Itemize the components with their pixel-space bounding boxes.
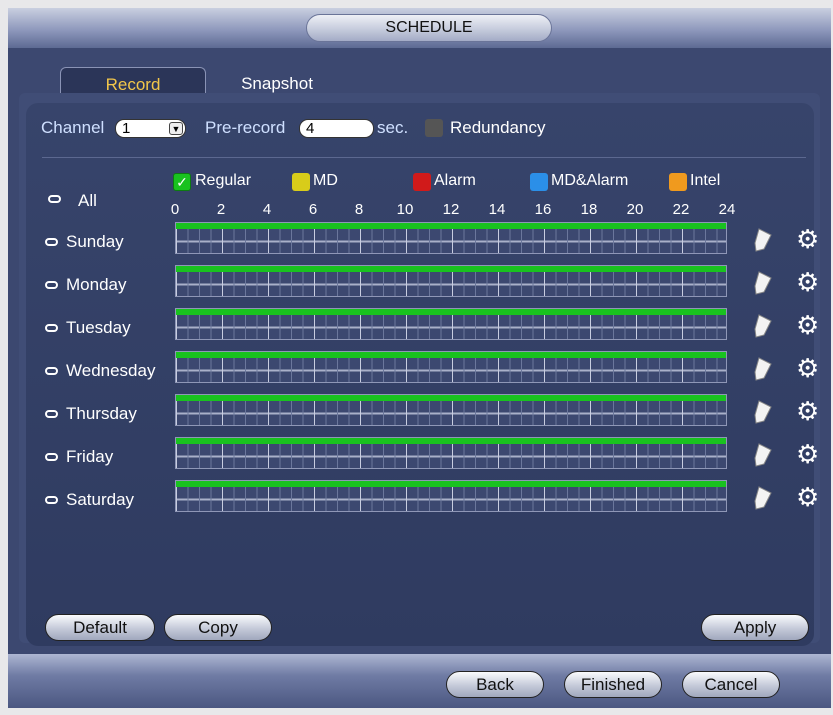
timeline-grid: [176, 444, 726, 468]
saturday-label: Saturday: [66, 490, 135, 509]
thursday-checkbox[interactable]: [45, 410, 58, 418]
monday-label: Monday: [66, 275, 127, 294]
hour-label: 6: [308, 201, 318, 218]
schedule-window: SCHEDULE Record Snapshot Channel 1 ▼ Pre…: [8, 8, 831, 708]
saturday-checkbox[interactable]: [45, 496, 58, 504]
redundancy-checkbox[interactable]: [425, 119, 443, 137]
legend-md-alarm-checkbox[interactable]: [530, 173, 548, 191]
channel-label: Channel: [41, 118, 105, 137]
hour-label: 12: [442, 201, 460, 218]
cancel-button[interactable]: Cancel: [682, 671, 780, 698]
gear-icon[interactable]: ⚙: [796, 355, 819, 381]
wednesday-checkbox[interactable]: [45, 367, 58, 375]
timeline-grid: [176, 401, 726, 425]
hour-label: 20: [626, 201, 644, 218]
default-button[interactable]: Default: [45, 614, 155, 641]
prerecord-unit: sec.: [377, 118, 409, 137]
timeline-grid: [176, 229, 726, 253]
pencil-icon[interactable]: [753, 313, 773, 339]
tuesday-label: Tuesday: [66, 318, 131, 337]
legend-intel-label: Intel: [690, 172, 721, 189]
timeline-grid: [176, 315, 726, 339]
pencil-icon[interactable]: [753, 356, 773, 382]
gear-icon[interactable]: ⚙: [796, 226, 819, 252]
all-days-checkbox[interactable]: [48, 195, 61, 203]
pencil-icon[interactable]: [753, 227, 773, 253]
legend-alarm-label: Alarm: [434, 172, 476, 189]
pencil-icon[interactable]: [753, 442, 773, 468]
hour-label: 14: [488, 201, 506, 218]
prerecord-label: Pre-record: [205, 118, 286, 137]
window-title: SCHEDULE: [306, 14, 552, 42]
hour-label: 16: [534, 201, 552, 218]
gear-icon[interactable]: ⚙: [796, 312, 819, 338]
hour-label: 24: [718, 201, 736, 218]
gear-icon[interactable]: ⚙: [796, 441, 819, 467]
pencil-icon[interactable]: [753, 399, 773, 425]
back-button[interactable]: Back: [446, 671, 544, 698]
gear-icon[interactable]: ⚙: [796, 398, 819, 424]
legend-md-alarm-label: MD&Alarm: [551, 172, 629, 189]
legend-md-label: MD: [313, 172, 338, 189]
wednesday-label: Wednesday: [66, 361, 156, 380]
timeline-grid: [176, 358, 726, 382]
friday-label: Friday: [66, 447, 114, 466]
hour-label: 22: [672, 201, 690, 218]
timeline-grid: [176, 487, 726, 511]
hour-label: 0: [170, 201, 180, 218]
gear-icon[interactable]: ⚙: [796, 269, 819, 295]
prerecord-input[interactable]: 4: [299, 119, 374, 138]
timeline-grid: [176, 272, 726, 296]
pencil-icon[interactable]: [753, 485, 773, 511]
gear-icon[interactable]: ⚙: [796, 484, 819, 510]
pencil-icon[interactable]: [753, 270, 773, 296]
divider: [42, 157, 806, 158]
copy-button[interactable]: Copy: [164, 614, 272, 641]
finished-button[interactable]: Finished: [564, 671, 662, 698]
sunday-label: Sunday: [66, 232, 124, 251]
legend-regular-checkbox[interactable]: ✓: [173, 173, 191, 191]
hour-label: 8: [354, 201, 364, 218]
title-bar: SCHEDULE: [8, 8, 831, 48]
footer-bar: Back Finished Cancel: [8, 654, 831, 708]
legend-regular-label: Regular: [195, 172, 252, 189]
legend-alarm-checkbox[interactable]: [413, 173, 431, 191]
thursday-label: Thursday: [66, 404, 137, 423]
monday-checkbox[interactable]: [45, 281, 58, 289]
friday-timeline[interactable]: [175, 437, 727, 469]
redundancy-label: Redundancy: [450, 118, 546, 137]
hour-label: 18: [580, 201, 598, 218]
prerecord-value: 4: [306, 120, 315, 137]
sunday-checkbox[interactable]: [45, 238, 58, 246]
hour-label: 10: [396, 201, 414, 218]
all-days-label: All: [78, 191, 97, 210]
channel-select[interactable]: 1 ▼: [115, 119, 186, 138]
thursday-timeline[interactable]: [175, 394, 727, 426]
legend-md-checkbox[interactable]: [292, 173, 310, 191]
legend-intel-checkbox[interactable]: [669, 173, 687, 191]
tuesday-timeline[interactable]: [175, 308, 727, 340]
monday-timeline[interactable]: [175, 265, 727, 297]
wednesday-timeline[interactable]: [175, 351, 727, 383]
saturday-timeline[interactable]: [175, 480, 727, 512]
hour-label: 2: [216, 201, 226, 218]
chevron-down-icon[interactable]: ▼: [169, 122, 183, 135]
hour-label: 4: [262, 201, 272, 218]
channel-value: 1: [122, 120, 131, 137]
friday-checkbox[interactable]: [45, 453, 58, 461]
sunday-timeline[interactable]: [175, 222, 727, 254]
apply-button[interactable]: Apply: [701, 614, 809, 641]
tuesday-checkbox[interactable]: [45, 324, 58, 332]
